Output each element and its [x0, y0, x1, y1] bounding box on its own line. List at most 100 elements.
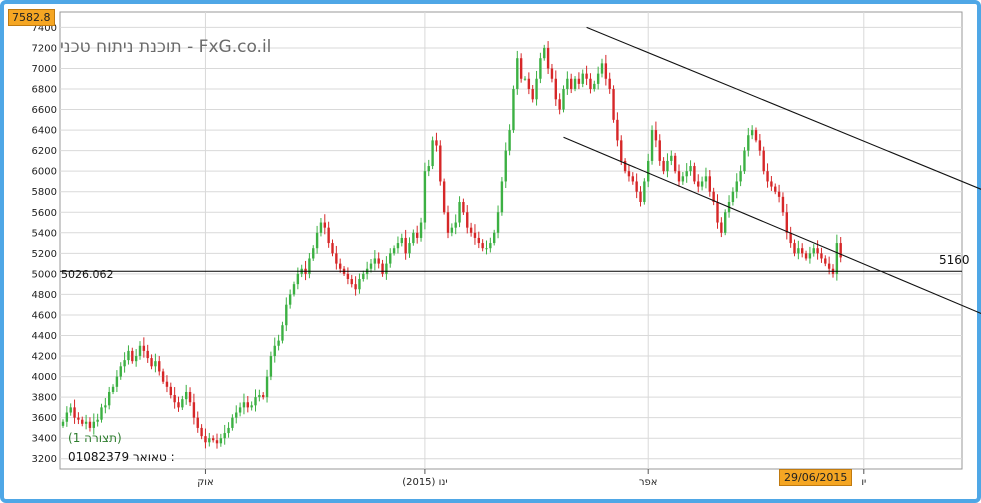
candle-body [596, 73, 600, 84]
candle-body [146, 350, 149, 359]
candle-body [535, 78, 538, 100]
y-tick-label: 5400 [32, 228, 57, 239]
candle-body [423, 171, 427, 223]
candle-body [61, 421, 65, 426]
candle-body [104, 405, 107, 408]
candle-body [820, 253, 823, 259]
candle-body [812, 248, 815, 254]
candle-body [720, 222, 723, 233]
candle-body [662, 160, 665, 172]
candle-body [562, 89, 565, 110]
x-tick-label: אוק [197, 477, 214, 488]
candle-body [827, 263, 831, 269]
y-tick-label: 3600 [32, 413, 57, 424]
candle-body [350, 279, 353, 285]
candle-body [612, 89, 615, 120]
price-chart[interactable]: 3200 3400 3600 3800 4000 4200 4400 4600 4800 5000… [0, 0, 981, 503]
candle-body [362, 273, 365, 280]
candle-body [516, 58, 519, 90]
candle-body [539, 58, 542, 79]
y-axis-ticks: 3200 3400 3600 3800 4000 4200 4400 4600 4800 5000… [32, 23, 57, 465]
candle-body [254, 397, 257, 406]
candle-body [281, 325, 284, 341]
y-tick-label: 4000 [32, 372, 57, 383]
candle-body [762, 150, 765, 172]
candle-body [616, 119, 619, 141]
x-tick-label: אפר [639, 477, 658, 488]
x-tick-label: (2015) ינו [402, 477, 447, 488]
candle-body [658, 140, 661, 161]
candle-body [227, 427, 230, 434]
candle-body [801, 248, 804, 254]
candle-body [169, 386, 172, 396]
candle-body [150, 358, 153, 367]
candle-body [454, 222, 457, 228]
candle-body [666, 160, 669, 172]
candle-body [288, 294, 292, 305]
candle-body [262, 395, 265, 398]
ticker-code: 01082379 [68, 450, 130, 464]
candle-body [339, 263, 342, 269]
candle-body [396, 243, 400, 249]
candle-body [346, 273, 350, 280]
candle-body [697, 181, 700, 187]
candle-body [238, 407, 242, 413]
candle-body [296, 273, 300, 285]
candle-body [743, 150, 746, 172]
candle-body [485, 248, 488, 250]
candle-body [246, 402, 249, 408]
candle-body [235, 412, 238, 418]
candle-body [381, 263, 384, 274]
candle-body [265, 376, 269, 398]
y-tick-label: 7200 [32, 43, 57, 54]
candle-body [724, 212, 727, 233]
candle-body [269, 356, 273, 377]
candle-body [689, 166, 692, 172]
candle-body [327, 227, 330, 244]
candle-body [523, 78, 527, 80]
candle-body [754, 130, 758, 141]
candle-body [758, 140, 762, 151]
candle-body [219, 438, 223, 444]
candle-body [677, 171, 681, 182]
candle-body [408, 243, 411, 254]
candle-body [354, 284, 357, 290]
candle-body [731, 191, 735, 202]
candle-body [250, 405, 253, 408]
candle-body [639, 191, 642, 202]
candle-body [385, 263, 388, 274]
y-tick-label: 6000 [32, 167, 57, 178]
candle-body [546, 47, 550, 69]
candle-body [111, 386, 115, 392]
candle-body [138, 345, 142, 357]
candle-body [739, 171, 742, 182]
y-tick-label: 3200 [32, 454, 57, 465]
candle-body [108, 391, 111, 406]
candle-body [581, 73, 584, 84]
candle-body [670, 155, 673, 161]
candle-body [392, 248, 396, 254]
candle-body [531, 89, 534, 100]
max-value-badge: 7582.8 [8, 9, 55, 26]
candle-body [543, 47, 546, 59]
candle-body [115, 376, 119, 387]
candle-body [835, 243, 839, 274]
candle-body [419, 222, 423, 238]
horizontal-level-label: 5026.062 [61, 268, 114, 281]
candle-body [558, 99, 561, 110]
candle-body [512, 89, 515, 131]
cursor-date-badge: 29/06/2015 [779, 469, 853, 486]
candle-body [65, 412, 69, 422]
candle-body [154, 361, 157, 367]
candle-body [242, 402, 246, 408]
candle-body [181, 399, 184, 408]
candle-body [173, 395, 176, 403]
candle-body [589, 78, 592, 90]
candle-body [285, 304, 288, 326]
candle-body [635, 181, 638, 192]
candle-body [673, 155, 677, 172]
last-price-label: 5160 [939, 253, 970, 267]
candle-body [766, 171, 769, 182]
candle-body [81, 419, 84, 424]
x-axis-ticks: אוק (2015) ינו אפר יו [197, 477, 866, 488]
